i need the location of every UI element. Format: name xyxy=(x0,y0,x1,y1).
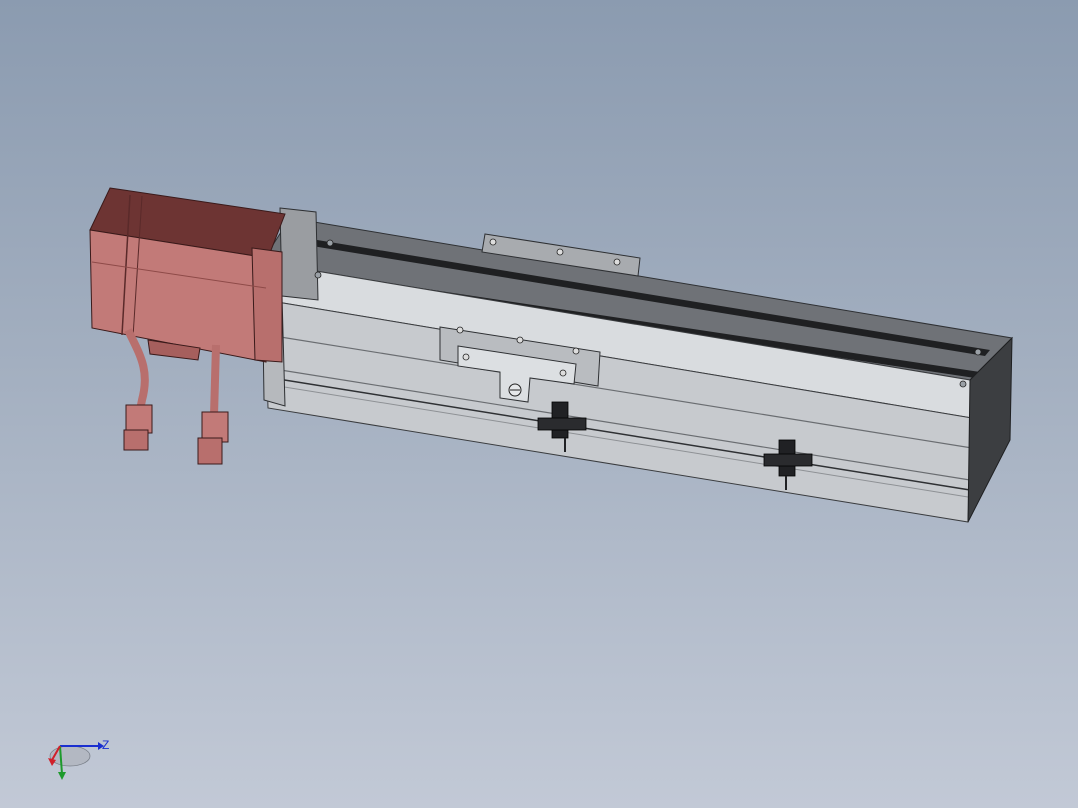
cad-viewport[interactable]: Z xyxy=(0,0,1078,808)
linear-actuator-model[interactable] xyxy=(0,0,1078,808)
motor-cable-1[interactable] xyxy=(123,328,153,451)
z-axis-label: Z xyxy=(102,738,110,752)
motor-cable-2[interactable] xyxy=(197,344,229,465)
coordinate-triad: Z xyxy=(40,730,120,790)
servo-motor[interactable] xyxy=(89,187,286,363)
rail-left-plate xyxy=(279,207,319,301)
